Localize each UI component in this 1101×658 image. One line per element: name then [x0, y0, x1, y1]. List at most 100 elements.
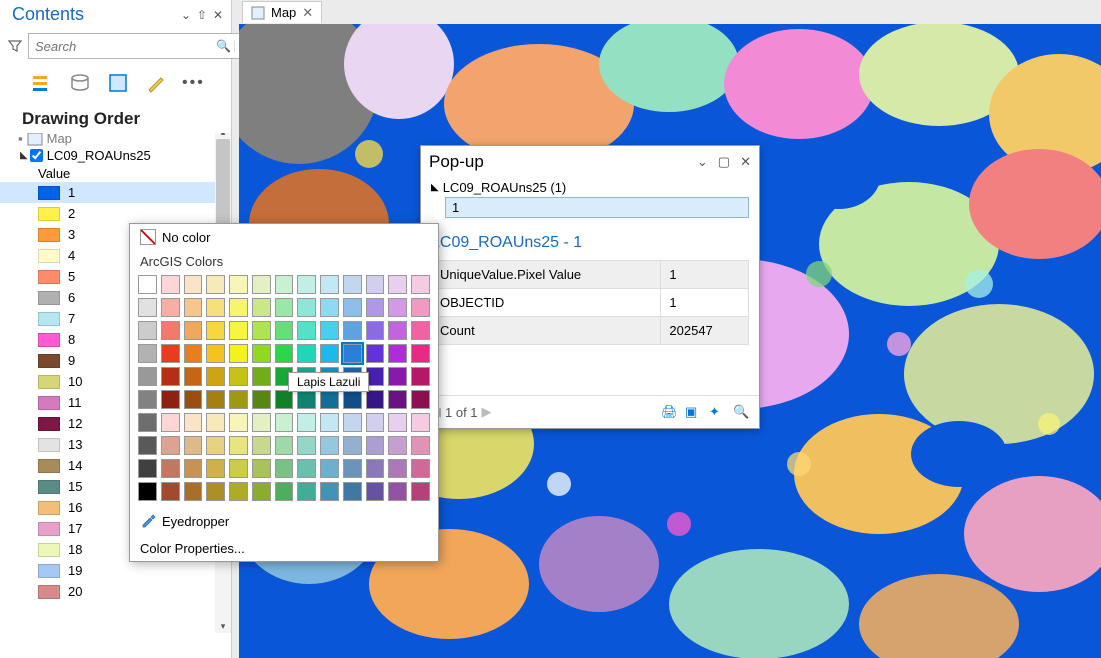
color-cell[interactable] — [161, 367, 180, 386]
color-properties-option[interactable]: Color Properties... — [130, 536, 438, 561]
symbology-swatch[interactable] — [38, 438, 60, 452]
symbology-swatch[interactable] — [38, 228, 60, 242]
color-cell[interactable] — [343, 298, 362, 317]
color-cell[interactable] — [388, 482, 407, 501]
color-cell[interactable] — [184, 344, 203, 363]
chevron-down-icon[interactable]: ⌄ — [181, 8, 191, 22]
symbology-swatch[interactable] — [38, 459, 60, 473]
color-cell[interactable] — [229, 482, 248, 501]
color-cell[interactable] — [161, 482, 180, 501]
color-cell[interactable] — [411, 482, 430, 501]
symbology-swatch[interactable] — [38, 522, 60, 536]
color-cell[interactable] — [297, 275, 316, 294]
color-cell[interactable] — [388, 367, 407, 386]
color-cell[interactable] — [366, 321, 385, 340]
color-cell[interactable] — [229, 436, 248, 455]
flash-icon[interactable]: ✦ — [709, 404, 725, 420]
color-cell[interactable] — [366, 436, 385, 455]
color-cell[interactable] — [366, 298, 385, 317]
layer-visibility-checkbox[interactable] — [30, 149, 43, 162]
color-cell[interactable] — [366, 459, 385, 478]
color-cell[interactable] — [229, 344, 248, 363]
color-cell[interactable] — [206, 436, 225, 455]
color-cell[interactable] — [411, 298, 430, 317]
symbology-swatch[interactable] — [38, 417, 60, 431]
layer-node[interactable]: ◣ LC09_ROAUns25 — [0, 146, 231, 165]
color-cell[interactable] — [320, 344, 339, 363]
color-cell[interactable] — [320, 321, 339, 340]
color-cell[interactable] — [320, 390, 339, 409]
color-cell[interactable] — [388, 344, 407, 363]
search-input[interactable] — [35, 39, 213, 54]
color-cell[interactable] — [343, 275, 362, 294]
color-cell[interactable] — [138, 298, 157, 317]
color-cell[interactable] — [138, 459, 157, 478]
color-cell[interactable] — [252, 321, 271, 340]
color-cell[interactable] — [275, 298, 294, 317]
symbology-swatch[interactable] — [38, 249, 60, 263]
pager-next-icon[interactable]: ▶ — [482, 404, 492, 420]
color-cell[interactable] — [411, 413, 430, 432]
expand-icon[interactable]: ◣ — [20, 150, 28, 161]
color-cell[interactable] — [388, 459, 407, 478]
search-box[interactable]: 🔍 ⌄ — [28, 33, 254, 59]
color-cell[interactable] — [411, 275, 430, 294]
symbology-swatch[interactable] — [38, 501, 60, 515]
color-cell[interactable] — [275, 275, 294, 294]
color-cell[interactable] — [229, 275, 248, 294]
map-node[interactable]: ▪ Map — [0, 133, 231, 146]
color-cell[interactable] — [275, 344, 294, 363]
symbology-swatch[interactable] — [38, 291, 60, 305]
color-cell[interactable] — [206, 321, 225, 340]
color-cell[interactable] — [161, 390, 180, 409]
color-cell[interactable] — [388, 436, 407, 455]
list-by-editing-icon[interactable] — [144, 71, 168, 95]
color-cell[interactable] — [252, 482, 271, 501]
color-cell[interactable] — [252, 413, 271, 432]
color-cell[interactable] — [184, 275, 203, 294]
eyedropper-option[interactable]: Eyedropper — [130, 507, 438, 536]
popup-feature-title[interactable]: LC09_ROAUns25 - 1 — [421, 222, 759, 260]
symbology-item[interactable]: 1 — [0, 182, 231, 203]
color-cell[interactable] — [252, 390, 271, 409]
symbology-swatch[interactable] — [38, 375, 60, 389]
popup-titlebar[interactable]: Pop-up ⌄ ▢ ✕ — [421, 146, 759, 178]
color-cell[interactable] — [138, 436, 157, 455]
color-cell[interactable] — [320, 275, 339, 294]
color-cell[interactable] — [229, 298, 248, 317]
color-cell[interactable] — [138, 413, 157, 432]
color-cell[interactable] — [320, 436, 339, 455]
color-cell[interactable] — [366, 390, 385, 409]
color-cell[interactable] — [161, 459, 180, 478]
color-cell[interactable] — [297, 390, 316, 409]
color-cell[interactable] — [343, 482, 362, 501]
color-cell[interactable] — [275, 482, 294, 501]
color-cell[interactable] — [184, 436, 203, 455]
color-cell[interactable] — [343, 321, 362, 340]
symbology-swatch[interactable] — [38, 270, 60, 284]
color-cell[interactable] — [184, 298, 203, 317]
color-cell[interactable] — [138, 367, 157, 386]
color-cell[interactable] — [138, 482, 157, 501]
color-cell[interactable] — [275, 413, 294, 432]
symbology-swatch[interactable] — [38, 354, 60, 368]
color-cell[interactable] — [320, 298, 339, 317]
color-cell[interactable] — [297, 413, 316, 432]
color-cell[interactable] — [161, 275, 180, 294]
color-cell[interactable] — [184, 390, 203, 409]
color-cell[interactable] — [275, 459, 294, 478]
color-cell[interactable] — [343, 459, 362, 478]
color-cell[interactable] — [206, 459, 225, 478]
color-cell[interactable] — [366, 275, 385, 294]
color-cell[interactable] — [252, 275, 271, 294]
close-icon[interactable]: ✕ — [213, 8, 223, 22]
minimize-icon[interactable]: ⌄ — [697, 154, 708, 170]
color-cell[interactable] — [229, 459, 248, 478]
color-cell[interactable] — [275, 436, 294, 455]
color-cell[interactable] — [138, 390, 157, 409]
symbology-swatch[interactable] — [38, 543, 60, 557]
color-cell[interactable] — [184, 459, 203, 478]
list-by-source-icon[interactable] — [68, 71, 92, 95]
color-cell[interactable] — [252, 344, 271, 363]
color-cell[interactable] — [388, 413, 407, 432]
